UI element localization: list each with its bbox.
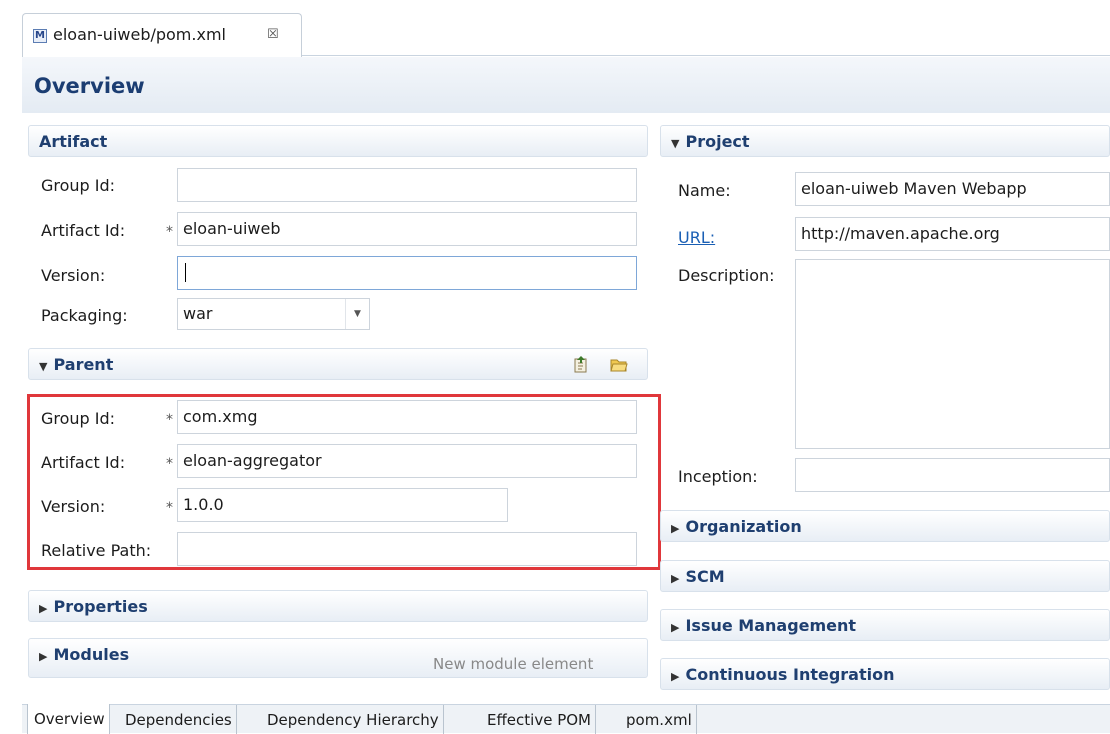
parent-highlight-box: [27, 394, 661, 570]
editor-tab-title: eloan-uiweb/pom.xml: [53, 25, 226, 44]
packaging-select[interactable]: war ▼: [177, 298, 370, 330]
inception-field[interactable]: [795, 458, 1110, 492]
expanded-triangle-icon: ▼: [39, 360, 48, 373]
dropdown-arrow-icon[interactable]: ▼: [345, 299, 369, 329]
maven-m-icon: M: [33, 29, 47, 43]
project-name-field[interactable]: eloan-uiweb Maven Webapp: [795, 172, 1110, 206]
collapsed-triangle-icon: ▶: [671, 522, 680, 535]
packaging-value: war: [183, 304, 213, 323]
scm-section-title: ▶ SCM: [671, 567, 725, 586]
close-icon[interactable]: ☒: [267, 27, 279, 42]
project-description-label: Description:: [678, 266, 775, 285]
project-name-value: eloan-uiweb Maven Webapp: [801, 179, 1027, 198]
organization-section-label: Organization: [685, 517, 802, 536]
continuous-integration-section-header[interactable]: ▶ Continuous Integration: [660, 658, 1110, 690]
project-section-title: ▼ Project: [671, 132, 750, 151]
project-url-field[interactable]: http://maven.apache.org: [795, 217, 1110, 251]
tab-dependency-hierarchy[interactable]: Dependency Hierarchy: [261, 705, 444, 734]
collapsed-triangle-icon: ▶: [671, 572, 680, 585]
overview-header: Overview: [22, 57, 1110, 113]
issue-management-section-title: ▶ Issue Management: [671, 616, 856, 635]
project-url-link[interactable]: URL:: [678, 228, 715, 247]
project-url-value: http://maven.apache.org: [801, 224, 1000, 243]
editor-page-tabs: Overview Dependencies Dependency Hierarc…: [22, 704, 1110, 734]
artifact-section-title: Artifact: [39, 132, 108, 151]
tab-effective-pom[interactable]: Effective POM: [481, 705, 597, 734]
parent-section-header[interactable]: ▼ Parent: [28, 348, 648, 380]
tab-dependencies[interactable]: Dependencies: [119, 705, 237, 734]
inception-label: Inception:: [678, 467, 758, 486]
artifact-id-label: Artifact Id:: [41, 221, 126, 240]
artifact-version-field[interactable]: [177, 256, 637, 290]
project-description-textarea[interactable]: [795, 259, 1110, 449]
collapsed-triangle-icon: ▶: [39, 650, 48, 663]
properties-section-title: ▶ Properties: [39, 597, 148, 616]
properties-section-label: Properties: [53, 597, 148, 616]
artifact-section-header: Artifact: [28, 125, 648, 157]
continuous-integration-section-label: Continuous Integration: [685, 665, 895, 684]
collapsed-triangle-icon: ▶: [671, 621, 680, 634]
scm-section-header[interactable]: ▶ SCM: [660, 560, 1110, 592]
issue-management-section-header[interactable]: ▶ Issue Management: [660, 609, 1110, 641]
scm-section-label: SCM: [685, 567, 725, 586]
parent-section-title: ▼ Parent: [39, 355, 113, 374]
artifact-group-id-field[interactable]: [177, 168, 637, 202]
tab-pom-xml[interactable]: pom.xml: [620, 705, 697, 734]
issue-management-section-label: Issue Management: [685, 616, 857, 635]
editor-tab-strip: M eloan-uiweb/pom.xml ☒: [22, 10, 1110, 57]
new-module-hint[interactable]: New module element: [433, 655, 593, 673]
properties-section-header[interactable]: ▶ Properties: [28, 590, 648, 622]
modules-section-header[interactable]: ▶ Modules New module element: [28, 638, 648, 678]
project-name-label: Name:: [678, 181, 731, 200]
continuous-integration-section-title: ▶ Continuous Integration: [671, 665, 894, 684]
modules-section-label: Modules: [53, 645, 130, 664]
open-folder-icon[interactable]: [610, 355, 628, 373]
required-marker: *: [166, 224, 173, 240]
parent-section-label: Parent: [53, 355, 114, 374]
project-section-label: Project: [685, 132, 750, 151]
organization-section-title: ▶ Organization: [671, 517, 802, 536]
organization-section-header[interactable]: ▶ Organization: [660, 510, 1110, 542]
artifact-group-id-label: Group Id:: [41, 176, 116, 195]
artifact-id-value: eloan-uiweb: [183, 219, 281, 238]
editor-tab-pom[interactable]: M eloan-uiweb/pom.xml ☒: [22, 13, 302, 57]
artifact-id-field[interactable]: eloan-uiweb: [177, 212, 637, 246]
page-title: Overview: [34, 74, 145, 98]
packaging-label: Packaging:: [41, 306, 128, 325]
tab-overview[interactable]: Overview: [27, 704, 110, 734]
expanded-triangle-icon: ▼: [671, 137, 680, 150]
collapsed-triangle-icon: ▶: [39, 602, 48, 615]
collapsed-triangle-icon: ▶: [671, 670, 680, 683]
text-caret: [185, 263, 186, 282]
artifact-version-label: Version:: [41, 266, 106, 285]
select-parent-icon[interactable]: [572, 355, 590, 373]
project-section-header[interactable]: ▼ Project: [660, 125, 1110, 157]
modules-section-title: ▶ Modules: [39, 645, 129, 664]
